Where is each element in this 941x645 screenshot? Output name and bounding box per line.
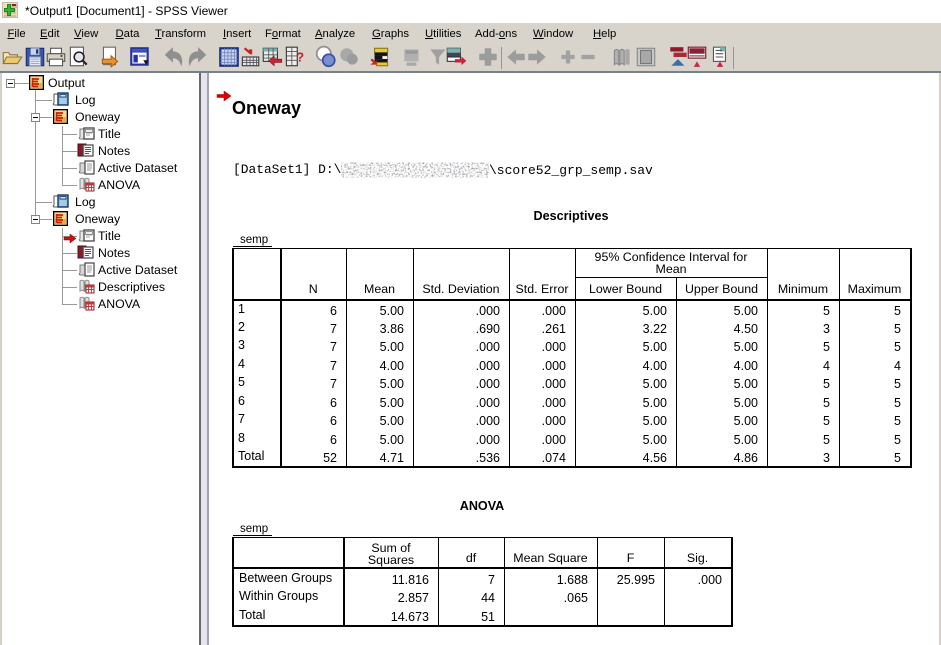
svg-text:?: ? bbox=[296, 49, 304, 64]
